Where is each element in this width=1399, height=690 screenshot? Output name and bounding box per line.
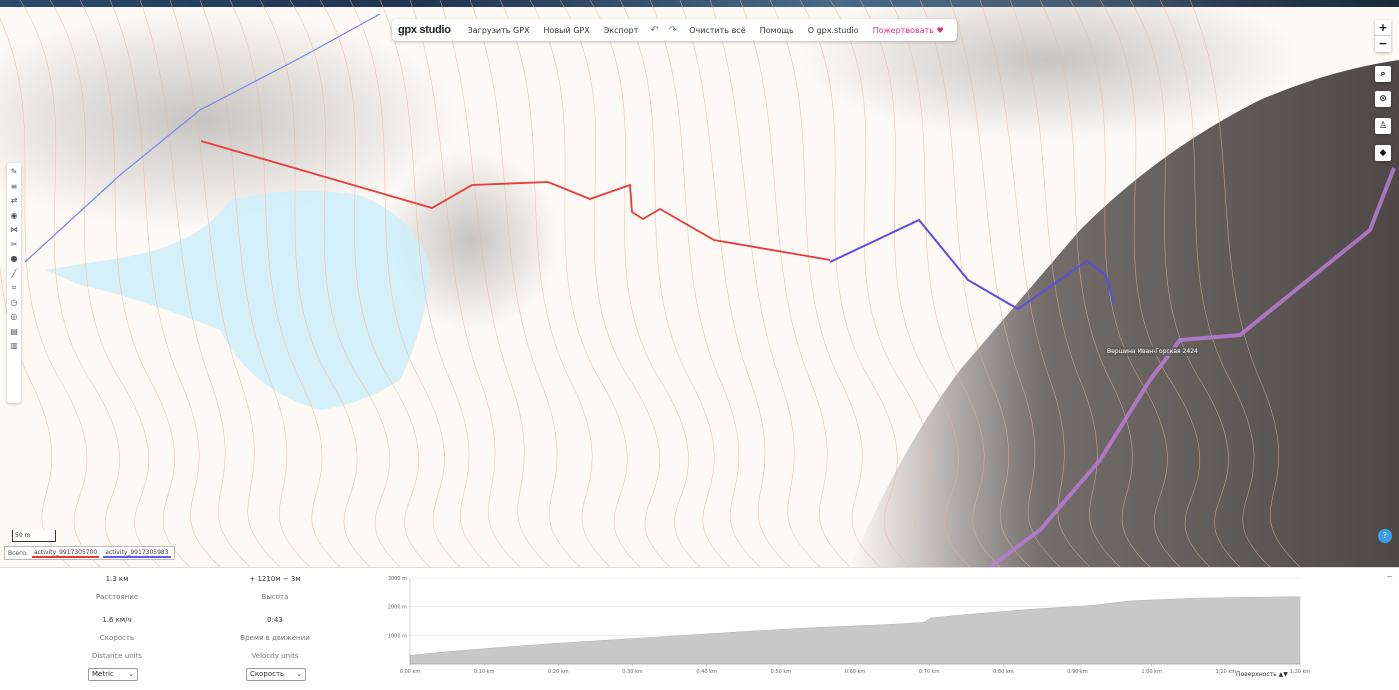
- x-tick-label: 0:60 km: [845, 669, 866, 675]
- time-value: 0:43: [267, 616, 283, 624]
- glacier-area: [45, 191, 430, 410]
- stat-speed: 1.6 км/ч Скорость: [62, 616, 172, 642]
- zoom-out-button[interactable]: −: [1375, 36, 1391, 52]
- merge-icon[interactable]: ⋈: [10, 225, 19, 234]
- x-tick-label: 0:10 km: [474, 669, 495, 675]
- app-root: gpx studio Загрузить GPX Новый GPX Экспо…: [0, 0, 1399, 690]
- chevron-down-icon: ⌄: [128, 670, 134, 678]
- y-tick-label: 1000 m: [388, 633, 407, 639]
- search-control: ⌕: [1375, 66, 1391, 82]
- tracks-prefix: Всего:: [8, 549, 28, 557]
- x-tick-label: 0:30 km: [622, 669, 643, 675]
- surface-label: Поверхность: [1236, 671, 1277, 678]
- pin-icon[interactable]: ●: [10, 254, 19, 263]
- person-icon[interactable]: ♙: [1375, 118, 1391, 134]
- track-tab-1[interactable]: activity_9917305700: [31, 549, 100, 558]
- track-list: Всего: activity_9917305700 activity_9917…: [4, 546, 175, 560]
- distance-value: 1.3 км: [105, 575, 129, 583]
- top-menu-bar: gpx studio Загрузить GPX Новый GPX Экспо…: [392, 19, 957, 41]
- sort-arrows-icon: ▲▼: [1278, 671, 1288, 678]
- layers-icon[interactable]: ≡: [10, 182, 19, 191]
- scale-bar: 50 m: [12, 530, 56, 542]
- x-tick-label: 0:80 km: [993, 669, 1014, 675]
- stat-distance: 1.3 км Расстояние: [62, 575, 172, 601]
- pencil-icon[interactable]: ✎: [10, 167, 19, 176]
- eye-icon[interactable]: ◎: [10, 312, 19, 321]
- locate-control: ⊙: [1375, 91, 1391, 107]
- velocity-units-select[interactable]: Скорость ⌄: [246, 668, 306, 681]
- trash-icon[interactable]: ▥: [10, 341, 19, 350]
- velocity-units-text: Velocity units: [251, 652, 299, 660]
- stat-elevation: + 1210м − 3м Высота: [220, 575, 330, 601]
- distance-label: Расстояние: [95, 593, 139, 601]
- search-icon[interactable]: ⌕: [1375, 66, 1391, 82]
- velocity-units-value: Скорость: [250, 670, 285, 678]
- distance-units-value: Metric: [92, 670, 114, 678]
- menu-new-gpx[interactable]: Новый GPX: [537, 26, 597, 35]
- menu-export[interactable]: Экспорт: [597, 26, 646, 35]
- stat-time: 0:43 Время в движении: [220, 616, 330, 642]
- x-tick-label: 1:00 km: [1141, 669, 1162, 675]
- track-tab-2[interactable]: activity_9917305983: [103, 549, 171, 558]
- menu-about[interactable]: О gpx.studio: [801, 26, 866, 35]
- edit-line-icon[interactable]: ╱: [10, 269, 19, 278]
- layers-control: ◆: [1375, 145, 1391, 161]
- chart-icon[interactable]: ▤: [10, 327, 19, 336]
- x-tick-label: 0:50 km: [771, 669, 792, 675]
- elevation-label: Высота: [261, 593, 289, 601]
- zoom-in-button[interactable]: +: [1375, 20, 1391, 36]
- speed-value: 1.6 км/ч: [102, 616, 132, 624]
- velocity-units-label: Velocity units: [220, 652, 330, 660]
- locate-icon[interactable]: ⊙: [1375, 91, 1391, 107]
- stats-panel: 1.3 км Расстояние + 1210м − 3м Высота 1.…: [0, 568, 380, 690]
- donate-label: Пожертвовать: [872, 25, 934, 35]
- chart-surface-control[interactable]: Поверхность ▲▼: [1236, 671, 1288, 678]
- menu-load-gpx[interactable]: Загрузить GPX: [461, 26, 537, 35]
- speed-label: Скорость: [99, 634, 135, 642]
- app-logo: gpx studio: [398, 24, 451, 36]
- x-tick-label: 0:40 km: [696, 669, 717, 675]
- time-label: Время в движении: [240, 634, 310, 642]
- redo-icon[interactable]: ↷: [664, 25, 682, 36]
- zoom-control: + −: [1375, 20, 1391, 52]
- map-view[interactable]: gpx studio Загрузить GPX Новый GPX Экспо…: [0, 0, 1399, 567]
- route-icon[interactable]: ◉: [10, 211, 19, 220]
- menu-donate[interactable]: Пожертвовать ♥: [866, 26, 951, 35]
- reverse-icon[interactable]: ⇄: [10, 196, 19, 205]
- map-canvas[interactable]: [0, 0, 1399, 567]
- help-icon[interactable]: ?: [1378, 529, 1392, 543]
- x-tick-label: 1:10 km: [1216, 669, 1237, 675]
- map-layers-icon[interactable]: ◆: [1375, 145, 1391, 161]
- bottom-panel: 1.3 км Расстояние + 1210м − 3м Высота 1.…: [0, 567, 1399, 690]
- x-tick-label: 1:20 km: [1290, 669, 1311, 675]
- chevron-down-icon: ⌄: [296, 670, 302, 678]
- scissors-icon[interactable]: ✂: [10, 240, 19, 249]
- collapse-icon[interactable]: −: [1386, 572, 1393, 581]
- clock-icon[interactable]: ◷: [10, 298, 19, 307]
- y-tick-label: 3000 m: [388, 576, 407, 582]
- elevation-value: + 1210м − 3м: [249, 575, 301, 583]
- x-tick-label: 0:00 km: [400, 669, 421, 675]
- menu-clear-all[interactable]: Очистить всё: [682, 26, 752, 35]
- distance-units-select[interactable]: Metric ⌄: [88, 668, 138, 681]
- street-view-control: ♙: [1375, 118, 1391, 134]
- x-tick-label: 0:90 km: [1067, 669, 1088, 675]
- x-tick-label: 0:70 km: [919, 669, 940, 675]
- menu-help[interactable]: Помощь: [753, 26, 801, 35]
- y-tick-label: 2000 m: [388, 605, 407, 611]
- heart-icon: ♥: [936, 25, 944, 35]
- distance-units-label: Distance units: [62, 652, 172, 660]
- left-toolbar: ✎ ≡ ⇄ ◉ ⋈ ✂ ● ╱ ⌗ ◷ ◎ ▤ ▥: [7, 163, 21, 403]
- poi-label[interactable]: Вершина Иван-Горская 2424: [1105, 347, 1200, 356]
- distance-units-text: Distance units: [91, 652, 143, 660]
- undo-icon[interactable]: ↶: [645, 25, 663, 36]
- x-tick-label: 0:20 km: [548, 669, 569, 675]
- crop-icon[interactable]: ⌗: [10, 283, 19, 292]
